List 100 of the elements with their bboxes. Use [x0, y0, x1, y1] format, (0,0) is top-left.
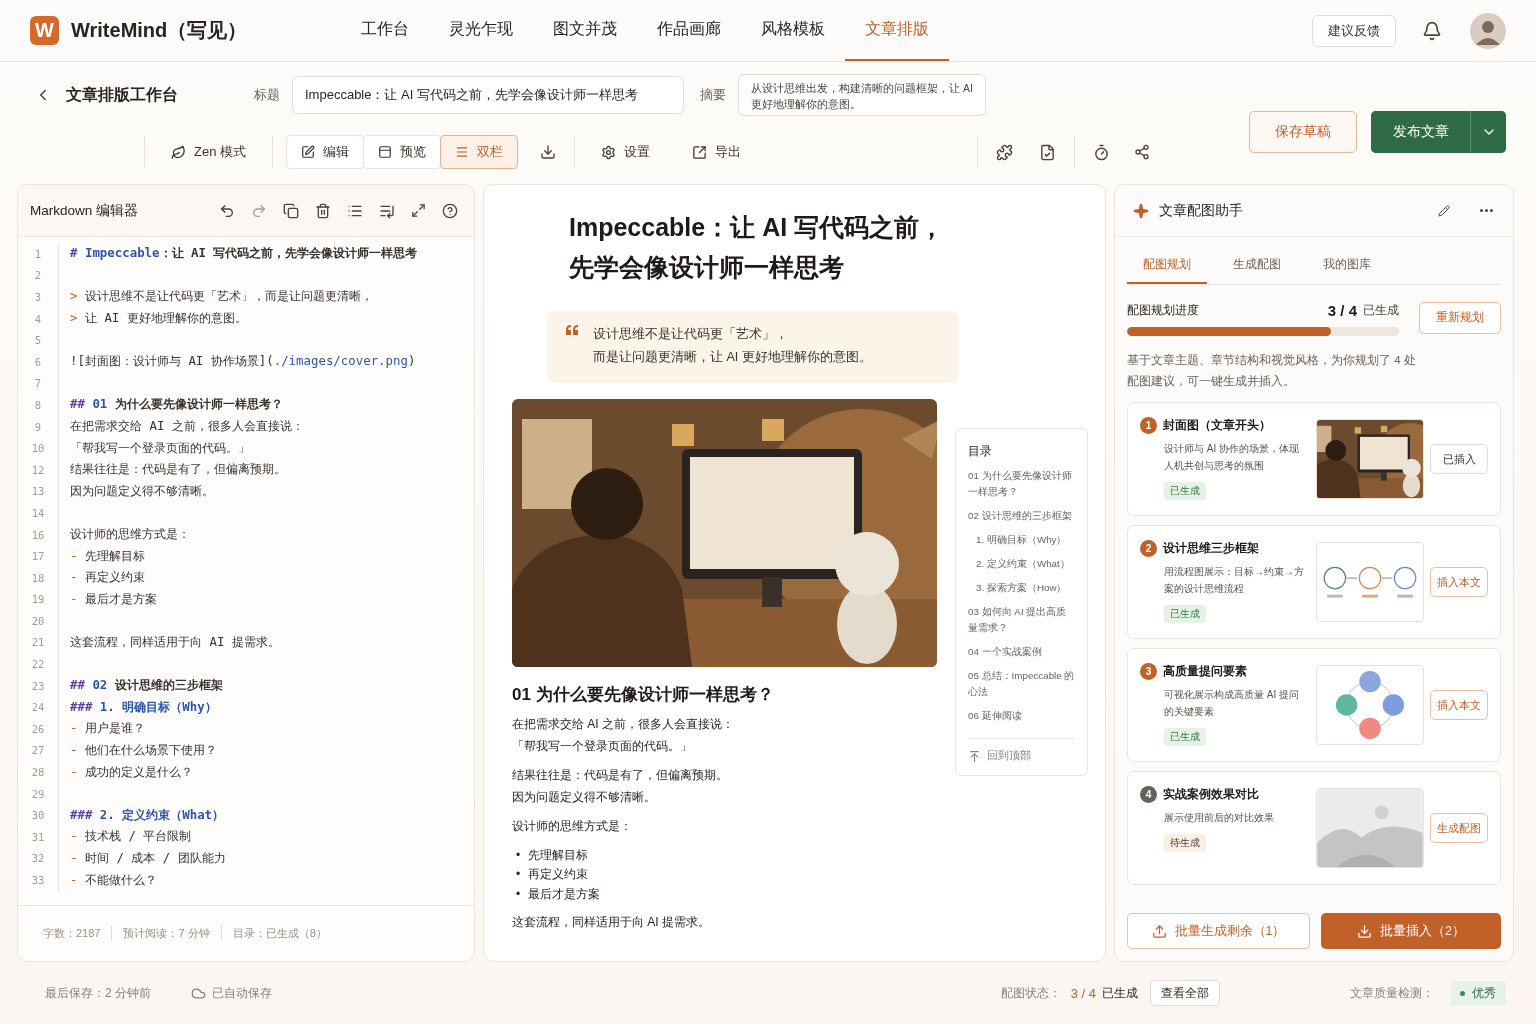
step-number: 3 — [1140, 663, 1157, 680]
sparkle-icon — [1133, 202, 1149, 219]
line-number: 6 — [33, 355, 43, 368]
card-action-button[interactable]: 插入本文 — [1430, 567, 1488, 597]
view-tab[interactable]: 预览 — [363, 135, 441, 169]
view-tab[interactable]: 双栏 — [440, 135, 518, 169]
line-number: 21 — [30, 636, 46, 649]
list-item: 最后才是方案 — [528, 885, 601, 903]
panel-tab[interactable]: 我的图库 — [1307, 247, 1387, 284]
toc-link[interactable]: 01 为什么要先像设计师一样思考？ — [968, 468, 1075, 500]
bullet-mark: • — [516, 846, 521, 864]
card-action-button[interactable]: 生成配图 — [1430, 813, 1488, 843]
puzzle-icon — [996, 143, 1013, 161]
code-line: > 让 AI 更好地理解你的意图。 — [70, 310, 247, 328]
toc-link[interactable]: 04 一个实战案例 — [968, 644, 1075, 660]
autosave-status: 已自动保存 — [212, 984, 272, 1002]
card-title: 高质量提问要素 — [1163, 663, 1247, 680]
view-all-button[interactable]: 查看全部 — [1150, 980, 1220, 1006]
code-line: ## 02 设计思维的三步框架 — [70, 677, 223, 695]
status-tag: 已生成 — [1164, 482, 1206, 500]
panel-tab[interactable]: 生成配图 — [1217, 247, 1297, 284]
line-number: 3 — [33, 291, 43, 303]
batch-insert-button[interactable]: 批量插入（2） — [1321, 913, 1501, 949]
last-saved: 最后保存：2 分钟前 — [45, 984, 151, 1002]
line-number: 31 — [30, 830, 46, 843]
bullet-mark: • — [516, 885, 521, 903]
download-icon — [1357, 923, 1372, 939]
line-number: 29 — [30, 787, 46, 800]
view-tab[interactable]: 编辑 — [286, 135, 364, 169]
line-number: 20 — [30, 614, 46, 627]
code-line: 「帮我写一个登录页面的代码。」 — [70, 439, 250, 457]
toc-link[interactable]: 06 延伸阅读 — [968, 708, 1075, 724]
download-icon — [540, 144, 556, 160]
edit-icon — [301, 145, 315, 159]
save-draft-button[interactable]: 保存草稿 — [1249, 111, 1357, 153]
export-button[interactable]: 导出 — [680, 135, 753, 169]
code-line: ![封面图：设计师与 AI 协作场景](./images/cover.png) — [70, 353, 416, 371]
feedback-button[interactable]: 建议反馈 — [1312, 14, 1396, 47]
bell-icon — [1422, 20, 1442, 41]
progress-label: 配图规划进度 — [1127, 301, 1199, 319]
code-line: - 再定义约束 — [70, 569, 145, 587]
publish-menu-button[interactable] — [1470, 111, 1506, 153]
step-number: 1 — [1140, 417, 1157, 434]
panel-icon — [378, 145, 392, 159]
leaf-icon — [171, 144, 186, 160]
panel-tab[interactable]: 配图规划 — [1127, 247, 1207, 284]
toc-link[interactable]: 2. 定义约束（What） — [976, 556, 1075, 572]
replan-button[interactable]: 重新规划 — [1419, 301, 1501, 334]
nav-tab[interactable]: 灵光乍现 — [429, 0, 534, 61]
summary-input[interactable]: 从设计思维出发，构建清晰的问题框架，让 AI 更好地理解你的意图。 — [738, 74, 986, 116]
pencil-icon — [1438, 204, 1450, 217]
line-number: 5 — [33, 334, 43, 347]
batch-generate-button[interactable]: 批量生成剩余（1） — [1127, 913, 1310, 949]
code-line: - 技术栈 / 平台限制 — [70, 828, 192, 846]
toc-link[interactable]: 3. 探索方案（How） — [976, 580, 1075, 596]
expand-icon — [411, 203, 426, 218]
undo-icon — [219, 202, 235, 219]
status-tag: 已生成 — [1164, 605, 1206, 623]
quality-label: 文章质量检测： — [1350, 984, 1434, 1002]
nav-tab[interactable]: 工作台 — [341, 0, 430, 61]
nav-tab[interactable]: 作品画廊 — [637, 0, 742, 61]
back-to-top-link[interactable]: 回到顶部 — [987, 749, 1031, 763]
article-title: Impeccable：让 AI 写代码之前， 先学会像设计师一样思考 — [569, 212, 946, 283]
line-number: 24 — [30, 701, 46, 714]
line-number: 22 — [30, 658, 46, 671]
nav-tab[interactable]: 图文并茂 — [533, 0, 638, 61]
code-line: > 设计思维不是让代码更「艺术」，而是让问题更清晰， — [70, 288, 373, 306]
toc-link[interactable]: 02 设计思维的三步框架 — [968, 508, 1075, 524]
paragraph: 设计师的思维方式是： — [512, 818, 633, 835]
progress-count: 3 / 4 — [1327, 301, 1357, 319]
editor-stat: 目录：已生成（8） — [220, 926, 338, 941]
line-number: 14 — [30, 506, 46, 519]
nav-tab[interactable]: 文章排版 — [845, 0, 950, 61]
arrow-up-icon — [968, 749, 981, 763]
status-tag: 待生成 — [1164, 834, 1206, 852]
line-number: 26 — [30, 722, 46, 735]
card-title: 封面图（文章开头） — [1163, 417, 1271, 434]
line-number: 8 — [33, 398, 43, 411]
line-number: 1 — [33, 247, 43, 260]
image-status-count: 3 / 4 — [1070, 985, 1096, 1001]
copy-icon — [283, 202, 299, 219]
zen-mode-button[interactable]: Zen 模式 — [159, 135, 258, 169]
line-number: 18 — [30, 571, 46, 584]
nav-tab[interactable]: 风格模板 — [741, 0, 846, 61]
step-number: 2 — [1140, 540, 1157, 557]
line-number: 28 — [30, 766, 46, 779]
settings-button[interactable]: 设置 — [589, 135, 662, 169]
avatar[interactable] — [1470, 12, 1506, 49]
card-action-button[interactable]: 插入本文 — [1430, 690, 1488, 720]
section-heading: 01 为什么要先像设计师一样思考？ — [512, 684, 775, 706]
help-icon — [442, 202, 458, 219]
title-input[interactable]: Impeccable：让 AI 写代码之前，先学会像设计师一样思考 — [292, 76, 684, 114]
code-line: ## 01 为什么要先像设计师一样思考？ — [70, 396, 283, 414]
editor-stat: 预计阅读：7 分钟 — [111, 926, 221, 941]
toc-link[interactable]: 03 如何向 AI 提出高质量需求？ — [968, 604, 1075, 636]
page-title: 文章排版工作台 — [66, 84, 178, 105]
toc-link[interactable]: 1. 明确目标（Why） — [976, 532, 1075, 548]
logo: W — [30, 16, 59, 45]
toc-link[interactable]: 05 总结：Impeccable 的心法 — [968, 668, 1075, 700]
card-action-button[interactable]: 已插入 — [1430, 444, 1488, 474]
